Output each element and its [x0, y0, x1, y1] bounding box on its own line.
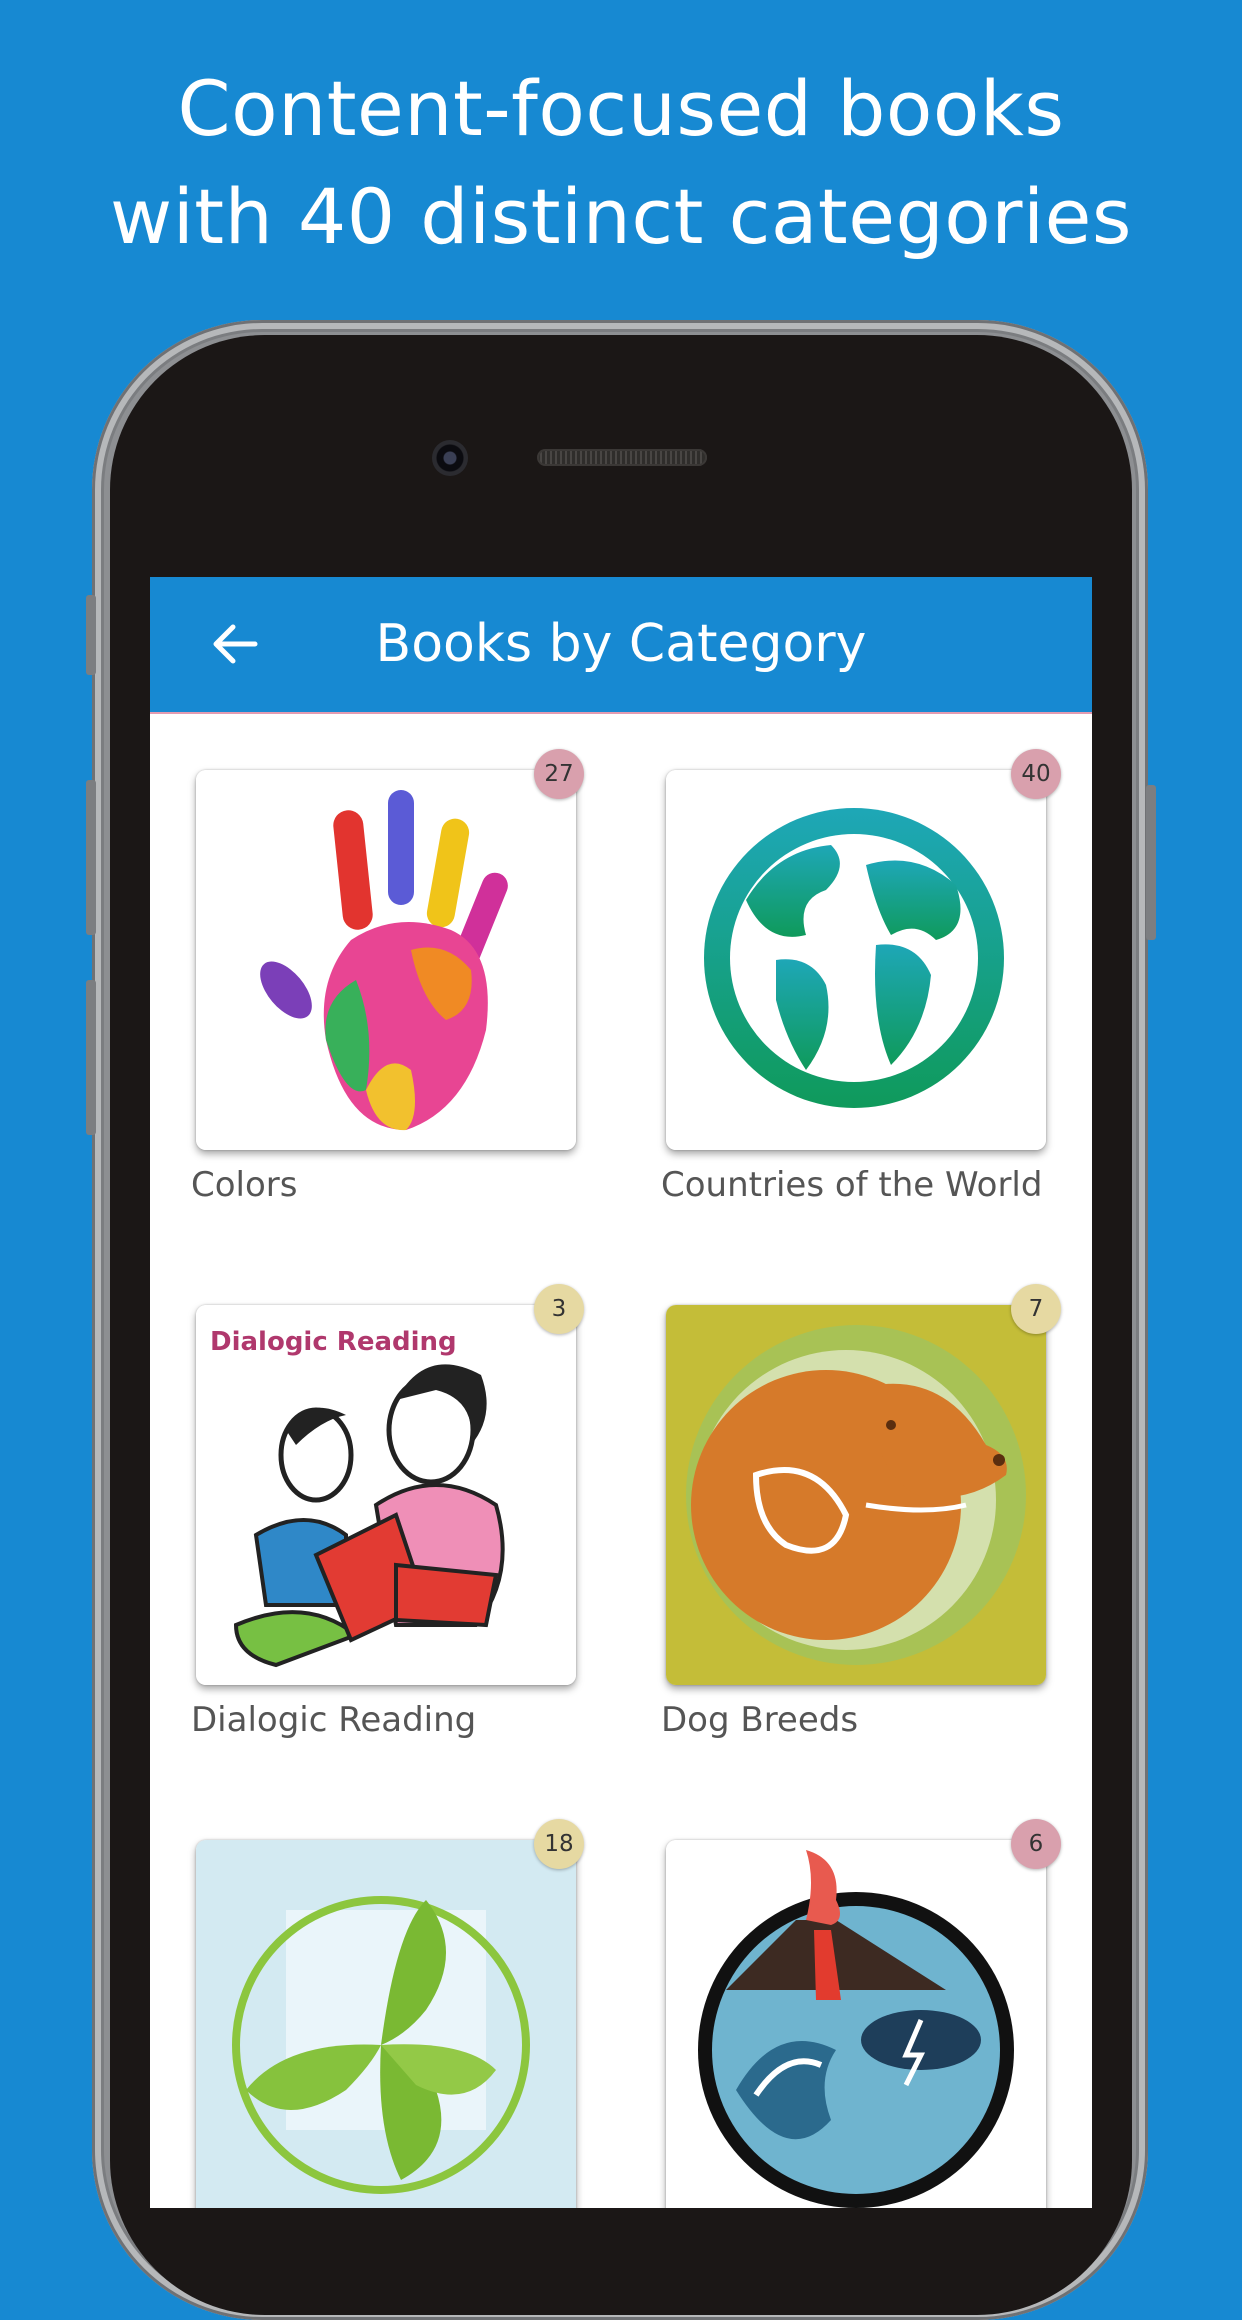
category-count-badge: 3 — [534, 1284, 584, 1334]
category-count-badge: 27 — [534, 749, 584, 799]
category-label: Dialogic Reading — [191, 1700, 477, 1740]
headline-line-1: Content-focused books — [177, 64, 1065, 153]
phone-volume-up — [86, 780, 96, 935]
headline-line-2: with 40 distinct categories — [110, 172, 1132, 261]
category-label: Colors — [191, 1165, 298, 1205]
category-tile-dog-breeds[interactable] — [666, 1305, 1046, 1685]
category-tile-colors[interactable] — [196, 770, 576, 1150]
phone-power-button — [1146, 785, 1156, 940]
front-camera — [432, 440, 468, 476]
natural-disasters-icon — [666, 1840, 1046, 2208]
recycle-leaves-icon — [196, 1840, 576, 2208]
category-count-badge: 7 — [1011, 1284, 1061, 1334]
dialogic-reading-image-text: Dialogic Reading — [210, 1327, 457, 1357]
globe-icon — [666, 770, 1046, 1150]
back-button[interactable] — [205, 614, 265, 674]
category-label: Countries of the World — [661, 1165, 1043, 1205]
category-label: Dog Breeds — [661, 1700, 859, 1740]
earpiece-speaker — [537, 449, 707, 466]
headline: Content-focused books with 40 distinct c… — [0, 55, 1242, 271]
arrow-left-icon — [213, 624, 258, 664]
category-count-badge: 6 — [1011, 1819, 1061, 1869]
category-tile-recycle[interactable] — [196, 1840, 576, 2208]
category-tile-natural-disasters[interactable] — [666, 1840, 1046, 2208]
category-tile-countries[interactable] — [666, 770, 1046, 1150]
app-screen: Books by Category 27 Colors 40 Countries… — [150, 577, 1092, 2208]
page-title: Books by Category — [375, 614, 867, 674]
dog-head-icon — [666, 1305, 1046, 1685]
phone-volume-down — [86, 980, 96, 1135]
category-tile-dialogic-reading[interactable]: Dialogic Reading — [196, 1305, 576, 1685]
category-count-badge: 18 — [534, 1819, 584, 1869]
category-count-badge: 40 — [1011, 749, 1061, 799]
mother-child-reading-icon: Dialogic Reading — [196, 1305, 576, 1685]
phone-mute-switch — [86, 595, 96, 675]
painted-hand-icon — [196, 770, 576, 1150]
app-bar: Books by Category — [150, 577, 1092, 714]
